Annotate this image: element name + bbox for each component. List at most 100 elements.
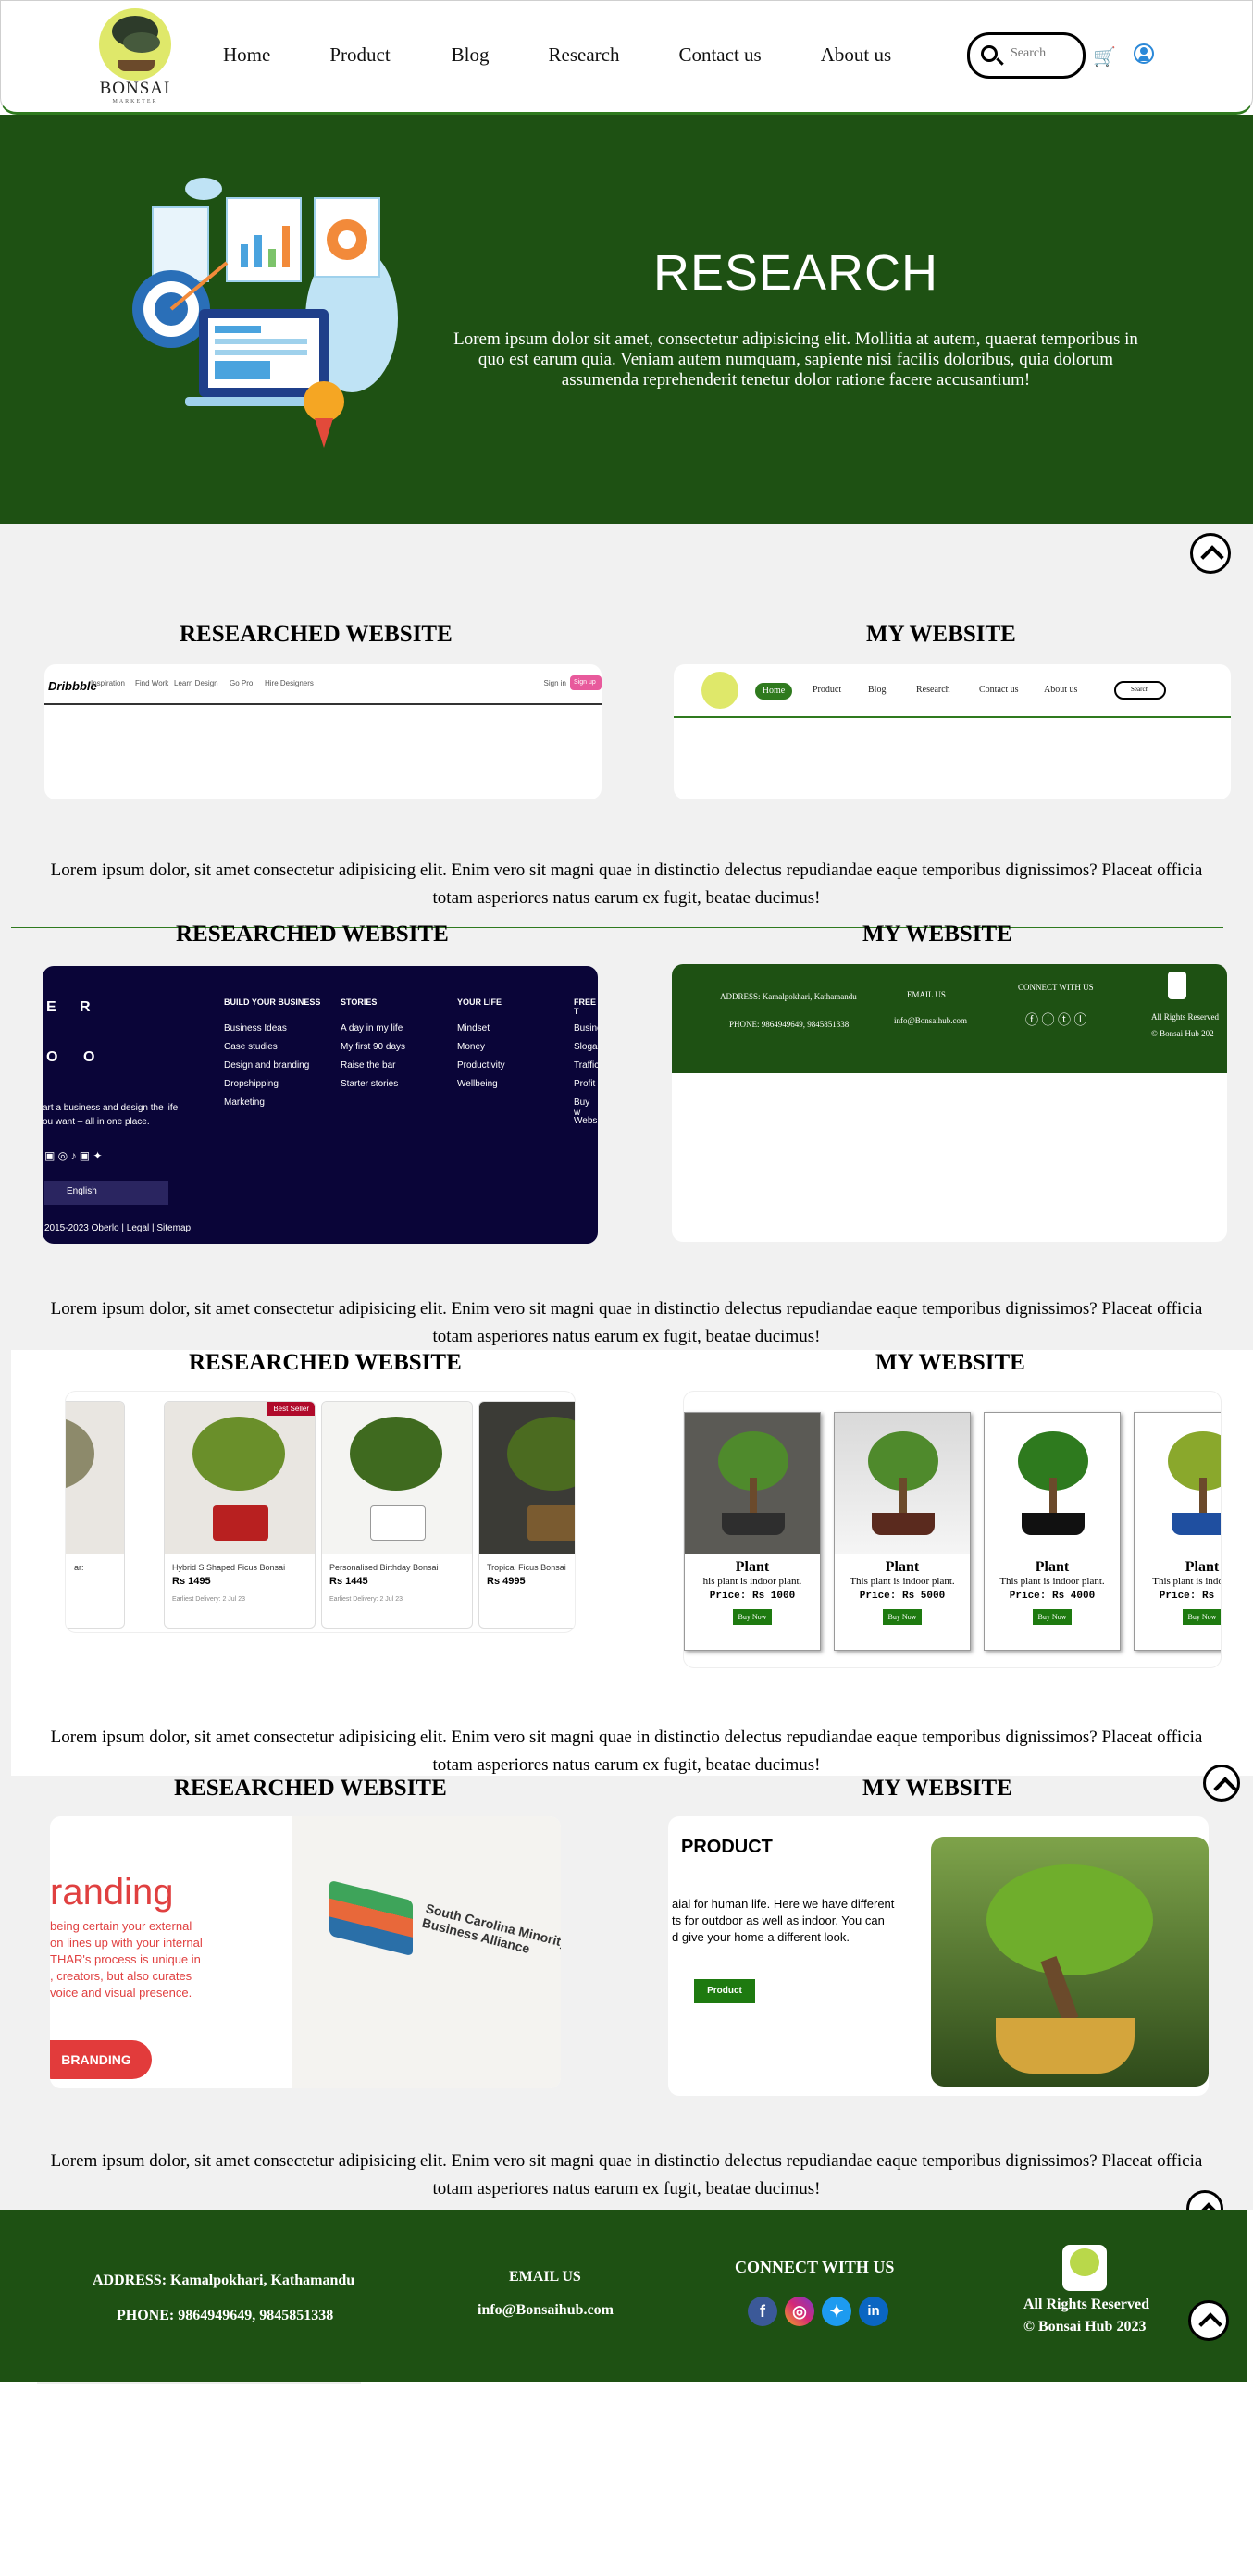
- preview-item: A day in my life: [341, 1023, 403, 1034]
- preview-item: Starter stories: [341, 1079, 399, 1089]
- plant-card-desc: This plant is indoor plant.: [999, 1576, 1105, 1587]
- search-box: [967, 32, 1086, 79]
- comparison-section-1-2: RESEARCHED WEBSITE MY WEBSITE Dribbble I…: [0, 524, 1253, 1350]
- plant-card-desc: his plant is indoor plant.: [702, 1576, 802, 1587]
- bonsai-logo[interactable]: BONSAI MARKETER: [93, 8, 177, 105]
- plant-card-desc: This plant is indoor plan: [1152, 1576, 1221, 1587]
- shop-product-title: Personalised Birthday Bonsai: [329, 1563, 439, 1572]
- hero-banner: RESEARCH Lorem ipsum dolor sit amet, con…: [0, 115, 1253, 524]
- footer-underline: [37, 2382, 361, 2384]
- shop-product-price: Rs 1495: [172, 1576, 211, 1587]
- footer-phone: PHONE: 9864949649, 9845851338: [117, 2308, 334, 2323]
- preview-link: Inspiration: [91, 679, 125, 687]
- comparison-section-3: RESEARCHED WEBSITE MY WEBSITE ar: Best S…: [0, 1350, 1253, 1776]
- preview-logo-letter: R: [80, 999, 91, 1015]
- nav-link-about[interactable]: About us: [821, 43, 891, 67]
- mini-logo-icon: [701, 672, 738, 709]
- preview-social-icons: ▣ ◎ ♪ ▣ ✦: [44, 1149, 103, 1162]
- preview-logo-letter: E: [46, 999, 56, 1015]
- preview-logo-letter: O: [83, 1049, 95, 1065]
- search-input[interactable]: [1011, 46, 1077, 61]
- scroll-top-button[interactable]: [1190, 533, 1231, 574]
- section2-left-heading: RESEARCHED WEBSITE: [176, 922, 449, 947]
- buy-now-button[interactable]: Buy Now: [882, 1609, 923, 1625]
- preview-col-head: BUILD YOUR BUSINESS: [224, 997, 321, 1007]
- plant-card-title: Plant: [1035, 1559, 1070, 1575]
- section2-right-heading: MY WEBSITE: [862, 922, 1012, 947]
- branding-heading: randing: [50, 1872, 174, 1913]
- preview-social-icons: ⓕ ⓘ ⓣ ⓛ: [1025, 1014, 1087, 1028]
- product-button[interactable]: Product: [694, 1979, 755, 2003]
- plant-card-title: Plant: [735, 1559, 770, 1575]
- preview-col-head: YOUR LIFE: [457, 997, 502, 1007]
- branding-button[interactable]: BRANDING: [50, 2040, 152, 2079]
- preview-item: Wellbeing: [457, 1079, 498, 1089]
- preview-link: Contact us: [979, 685, 1019, 695]
- comparison-section-4: RESEARCHED WEBSITE MY WEBSITE randing be…: [0, 1765, 1253, 2227]
- buy-now-button[interactable]: Buy Now: [732, 1609, 773, 1625]
- preview-item: Dropshipping: [224, 1079, 279, 1089]
- oberlo-footer-preview: E R O O BUILD YOUR BUSINESS STORIES YOUR…: [43, 966, 598, 1244]
- instagram-icon[interactable]: ◎: [785, 2297, 814, 2326]
- preview-link: Blog: [868, 685, 887, 695]
- nav-link-home[interactable]: Home: [223, 43, 270, 67]
- nav-link-contact[interactable]: Contact us: [678, 43, 761, 67]
- preview-item: Case studies: [224, 1042, 278, 1052]
- preview-item: Marketing: [224, 1097, 265, 1108]
- shop-product-title: Tropical Ficus Bonsai: [487, 1563, 566, 1572]
- preview-item: Money: [457, 1042, 486, 1052]
- shop-product-card: Best Seller Hybrid S Shaped Ficus Bonsai…: [164, 1401, 316, 1629]
- preview-link: Research: [916, 685, 950, 695]
- user-account-icon[interactable]: [1134, 43, 1154, 64]
- my-product-preview: PRODUCT aial for human life. Here we hav…: [668, 1816, 1209, 2096]
- buy-now-button[interactable]: Buy Now: [1182, 1609, 1221, 1625]
- linkedin-icon[interactable]: in: [859, 2297, 888, 2326]
- cart-icon[interactable]: 🛒: [1093, 45, 1116, 68]
- hero-title: RESEARCH: [652, 245, 939, 301]
- preview-sign-up: Sign up: [570, 675, 602, 690]
- plant-card-desc: This plant is indoor plant.: [850, 1576, 955, 1587]
- my-footer-preview: ADDRESS: Kamalpokhari, Kathamandu PHONE:…: [672, 964, 1227, 1242]
- shop-product-price: Rs 1445: [329, 1576, 368, 1587]
- search-icon[interactable]: [981, 45, 998, 62]
- plant-card: Plant This plant is indoor plan Price: R…: [1134, 1412, 1221, 1651]
- shop-product-title: Hybrid S Shaped Ficus Bonsai: [172, 1563, 286, 1572]
- preview-item: Productivity: [457, 1060, 505, 1071]
- nav-link-blog[interactable]: Blog: [452, 43, 490, 67]
- bonsai-photo: [931, 1837, 1209, 2087]
- dribbble-nav-preview: Dribbble Inspiration Find Work Learn Des…: [44, 664, 602, 799]
- preview-item: Mindset: [457, 1023, 490, 1034]
- plant-card: Plant his plant is indoor plant. Price: …: [684, 1412, 821, 1651]
- research-illustration: [132, 178, 398, 448]
- hero-text: Lorem ipsum dolor sit amet, consectetur …: [453, 329, 1138, 390]
- branding-text: being certain your external on lines up …: [50, 1919, 203, 2000]
- preview-address: ADDRESS: Kamalpokhari, Kathamandu: [720, 992, 857, 1001]
- preview-copyright: 2015-2023 Oberlo | Legal | Sitemap: [44, 1223, 192, 1233]
- footer-email[interactable]: info@Bonsaihub.com: [478, 2302, 614, 2319]
- preview-home: Home: [755, 683, 792, 700]
- section1-paragraph: Lorem ipsum dolor, sit amet consectetur …: [50, 861, 1203, 908]
- nav-link-product[interactable]: Product: [329, 43, 390, 67]
- section1-right-heading: MY WEBSITE: [866, 622, 1016, 647]
- buy-now-button[interactable]: Buy Now: [1032, 1609, 1073, 1625]
- section3-paragraph: Lorem ipsum dolor, sit amet consectetur …: [50, 1728, 1203, 1775]
- scroll-top-button[interactable]: [1188, 2300, 1229, 2341]
- preview-item: Websi: [574, 1116, 598, 1126]
- shop-delivery: Earliest Delivery: 2 Jul 23: [172, 1596, 245, 1603]
- twitter-icon[interactable]: ✦: [822, 2297, 851, 2326]
- plant-card-price: Price: Rs 1000: [709, 1591, 796, 1602]
- section1-left-heading: RESEARCHED WEBSITE: [180, 622, 453, 647]
- preview-logo-letter: O: [46, 1049, 58, 1065]
- logo-text: BONSAI: [99, 79, 171, 98]
- facebook-icon[interactable]: f: [748, 2297, 777, 2326]
- preview-item: Design and branding: [224, 1060, 310, 1071]
- preview-link: Find Work: [135, 679, 169, 687]
- my-products-preview: Plant his plant is indoor plant. Price: …: [683, 1391, 1222, 1668]
- scroll-top-button[interactable]: [1203, 1765, 1240, 1802]
- plant-card: Plant This plant is indoor plant. Price:…: [984, 1412, 1121, 1651]
- plant-card-price: Price: Rs 4000: [1009, 1591, 1096, 1602]
- best-seller-badge: Best Seller: [267, 1402, 315, 1416]
- preview-col-head: STORIES: [341, 997, 378, 1007]
- preview-email: info@Bonsaihub.com: [894, 1016, 968, 1025]
- nav-link-research[interactable]: Research: [549, 43, 620, 67]
